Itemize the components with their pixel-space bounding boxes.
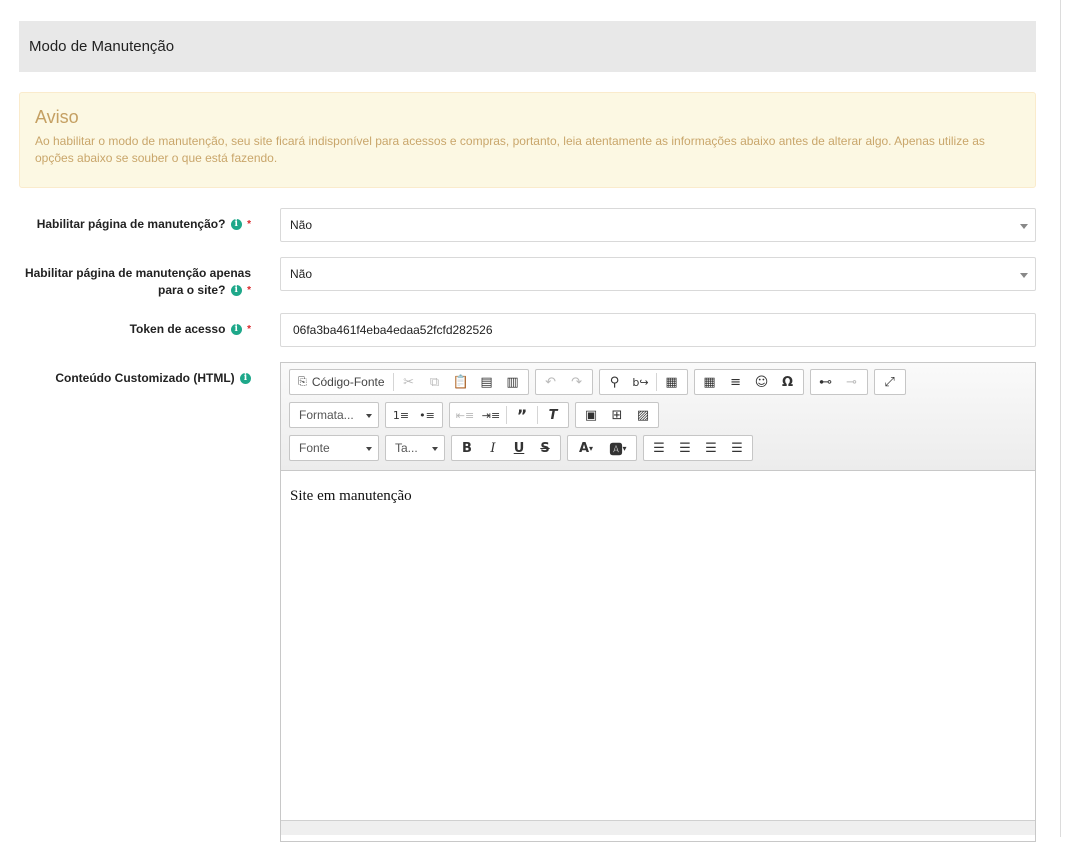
- unlink-icon[interactable]: ⊸: [839, 371, 865, 393]
- page-divider: [1060, 0, 1061, 837]
- maintenance-site-only-label-line1: Habilitar página de manutenção apenas: [24, 266, 251, 280]
- source-icon: ⎘: [298, 375, 307, 388]
- editor-content-text: Site em manutenção: [290, 488, 412, 504]
- find-icon[interactable]: ⚲: [602, 371, 628, 393]
- maintenance-page-label: Habilitar página de manutenção? i *: [37, 216, 251, 233]
- video-icon[interactable]: ▣: [578, 404, 604, 426]
- chevron-down-icon: [366, 414, 372, 418]
- redo-icon[interactable]: ↷: [564, 371, 590, 393]
- outdent-icon[interactable]: ⇤≡: [452, 404, 478, 426]
- maintenance-page-select[interactable]: Não: [280, 208, 1036, 242]
- alert-text: Ao habilitar o modo de manutenção, seu s…: [35, 134, 985, 165]
- token-label: Token de acesso i *: [130, 321, 251, 338]
- iframe-icon[interactable]: ⊞: [604, 404, 630, 426]
- special-char-icon[interactable]: Ω: [775, 371, 801, 393]
- underline-icon[interactable]: U: [506, 437, 532, 459]
- undo-icon[interactable]: ↶: [538, 371, 564, 393]
- replace-icon[interactable]: b↪: [628, 371, 654, 393]
- chevron-down-icon: [1020, 273, 1028, 278]
- bold-icon[interactable]: B: [454, 437, 480, 459]
- horizontal-rule-icon[interactable]: ≡: [723, 371, 749, 393]
- chevron-down-icon: [1020, 224, 1028, 229]
- paste-icon[interactable]: 📋: [448, 371, 474, 393]
- warning-alert: Aviso Ao habilitar o modo de manutenção,…: [19, 92, 1036, 188]
- smiley-icon[interactable]: ☺: [749, 371, 775, 393]
- italic-icon[interactable]: I: [480, 437, 506, 459]
- copy-icon[interactable]: ⧉: [422, 371, 448, 393]
- font-label: Fonte: [299, 441, 330, 455]
- bulleted-list-icon[interactable]: •≡: [414, 404, 440, 426]
- font-dropdown[interactable]: Fonte: [289, 435, 379, 461]
- maintenance-site-only-label: Habilitar página de manutenção apenas pa…: [25, 265, 251, 299]
- format-dropdown[interactable]: Formata...: [289, 402, 379, 428]
- indent-icon[interactable]: ⇥≡: [478, 404, 504, 426]
- text-color-icon[interactable]: A ▾: [570, 437, 602, 459]
- alert-title: Aviso: [35, 107, 79, 127]
- size-label: Ta...: [395, 441, 418, 455]
- maintenance-page-label-text: Habilitar página de manutenção?: [36, 217, 226, 231]
- html-editor: ⎘ Código-Fonte ✂ ⧉ 📋 ▤ ▥ ↶ ↷ ⚲ b↪ ▦ ▦ ≡ …: [280, 362, 1036, 842]
- maintenance-site-only-value: Não: [290, 267, 313, 281]
- align-center-icon[interactable]: ☰: [672, 437, 698, 459]
- custom-content-label-text: Conteúdo Customizado (HTML): [55, 371, 235, 385]
- size-dropdown[interactable]: Ta...: [385, 435, 445, 461]
- page-title: Modo de Manutenção: [19, 21, 1036, 72]
- token-input[interactable]: 06fa3ba461f4eba4edaa52fcfd282526: [280, 313, 1036, 347]
- editor-content[interactable]: Site em manutenção: [281, 471, 1035, 522]
- info-icon[interactable]: i: [230, 324, 242, 336]
- required-mark: *: [247, 285, 251, 296]
- page-title-text: Modo de Manutenção: [29, 38, 175, 55]
- remove-format-icon[interactable]: T: [540, 404, 566, 426]
- required-mark: *: [247, 219, 251, 230]
- token-label-text: Token de acesso: [129, 322, 226, 336]
- maintenance-page-value: Não: [290, 218, 313, 232]
- background-color-icon[interactable]: 🅰 ▾: [602, 437, 634, 459]
- format-label: Formata...: [299, 408, 354, 422]
- source-label: Código-Fonte: [311, 375, 385, 389]
- image-icon[interactable]: ▨: [630, 404, 656, 426]
- editor-toolbar: ⎘ Código-Fonte ✂ ⧉ 📋 ▤ ▥ ↶ ↷ ⚲ b↪ ▦ ▦ ≡ …: [281, 363, 1035, 471]
- blockquote-icon[interactable]: ”: [509, 404, 535, 426]
- align-left-icon[interactable]: ☰: [646, 437, 672, 459]
- token-value: 06fa3ba461f4eba4edaa52fcfd282526: [293, 323, 493, 337]
- info-icon[interactable]: i: [230, 285, 242, 297]
- table-icon[interactable]: ▦: [697, 371, 723, 393]
- cut-icon[interactable]: ✂: [396, 371, 422, 393]
- chevron-down-icon: [432, 447, 438, 451]
- source-button[interactable]: ⎘ Código-Fonte: [292, 371, 391, 393]
- maintenance-site-only-label-line2: para o site?: [158, 283, 226, 297]
- custom-content-label: Conteúdo Customizado (HTML) i: [55, 370, 251, 387]
- maximize-icon[interactable]: ⤢: [877, 371, 903, 393]
- info-icon[interactable]: i: [230, 219, 242, 231]
- required-mark: *: [247, 324, 251, 335]
- align-justify-icon[interactable]: ☰: [724, 437, 750, 459]
- align-right-icon[interactable]: ☰: [698, 437, 724, 459]
- paste-word-icon[interactable]: ▥: [500, 371, 526, 393]
- numbered-list-icon[interactable]: 1≡: [388, 404, 414, 426]
- maintenance-site-only-select[interactable]: Não: [280, 257, 1036, 291]
- link-icon[interactable]: ⊷: [813, 371, 839, 393]
- chevron-down-icon: [366, 447, 372, 451]
- editor-status-bar: [281, 820, 1035, 835]
- strikethrough-icon[interactable]: S: [532, 437, 558, 459]
- info-icon[interactable]: i: [240, 373, 251, 385]
- select-all-icon[interactable]: ▦: [659, 371, 685, 393]
- paste-text-icon[interactable]: ▤: [474, 371, 500, 393]
